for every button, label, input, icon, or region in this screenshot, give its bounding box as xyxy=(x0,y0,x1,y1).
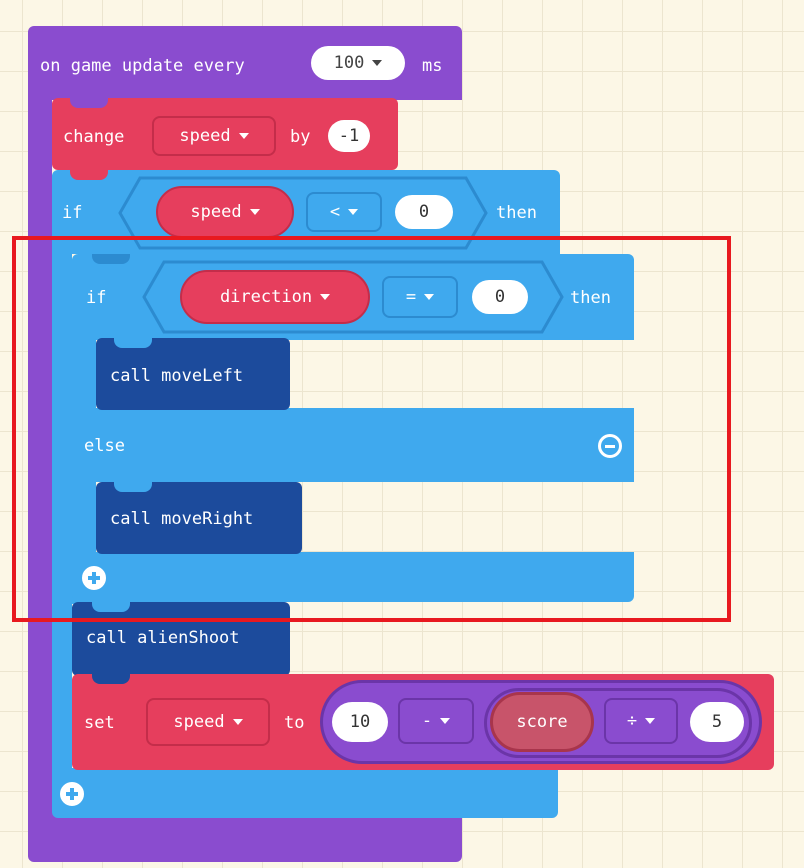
block-notch xyxy=(70,98,108,108)
set-to-label: to xyxy=(284,713,305,733)
change-keyword: change xyxy=(63,127,125,147)
set-variable-dropdown[interactable]: speed xyxy=(146,698,270,746)
minus-left-input[interactable]: 10 xyxy=(332,702,388,742)
minus-operator-dropdown[interactable]: - xyxy=(398,698,474,744)
outer-if-footer xyxy=(52,768,558,818)
set-keyword: set xyxy=(84,713,115,733)
minus-operator-symbol: - xyxy=(421,711,433,731)
score-variable-name: score xyxy=(516,712,568,732)
divide-operator-dropdown[interactable]: ÷ xyxy=(604,698,678,744)
call-alienshoot-label: call alienShoot xyxy=(86,628,240,648)
divide-operator-symbol: ÷ xyxy=(626,711,638,731)
outer-variable-reporter[interactable]: speed xyxy=(156,186,294,238)
interval-dropdown[interactable]: 100 xyxy=(311,46,405,80)
chevron-down-icon xyxy=(238,133,249,139)
minus-left-value: 10 xyxy=(349,712,371,732)
divide-right-input[interactable]: 5 xyxy=(690,702,744,742)
block-notch xyxy=(92,674,130,684)
change-by-label: by xyxy=(290,127,311,147)
outer-operator-symbol: < xyxy=(329,202,341,222)
add-else-icon[interactable] xyxy=(60,782,84,806)
change-variable-dropdown[interactable]: speed xyxy=(152,116,276,156)
outer-variable-name: speed xyxy=(190,202,242,222)
change-amount-value: -1 xyxy=(338,126,360,146)
outer-if-keyword: if xyxy=(62,203,83,223)
game-update-label: on game update every xyxy=(40,56,245,76)
chevron-down-icon xyxy=(372,60,383,66)
set-variable-name: speed xyxy=(173,712,225,732)
chevron-down-icon xyxy=(232,719,243,725)
interval-unit: ms xyxy=(422,56,443,76)
divide-right-value: 5 xyxy=(711,712,723,732)
highlight-box xyxy=(12,236,731,622)
outer-compare-input[interactable]: 0 xyxy=(395,195,453,229)
chevron-down-icon xyxy=(249,209,260,215)
chevron-down-icon xyxy=(348,209,359,215)
interval-value: 100 xyxy=(333,53,365,73)
outer-then-keyword: then xyxy=(496,203,537,223)
block-notch xyxy=(70,170,108,180)
change-amount-input[interactable]: -1 xyxy=(328,120,370,152)
score-variable-reporter[interactable]: score xyxy=(490,692,594,752)
chevron-down-icon xyxy=(645,718,656,724)
chevron-down-icon xyxy=(440,718,451,724)
outer-operator-dropdown[interactable]: < xyxy=(306,192,382,232)
outer-compare-value: 0 xyxy=(418,202,430,222)
change-variable-name: speed xyxy=(179,126,231,146)
